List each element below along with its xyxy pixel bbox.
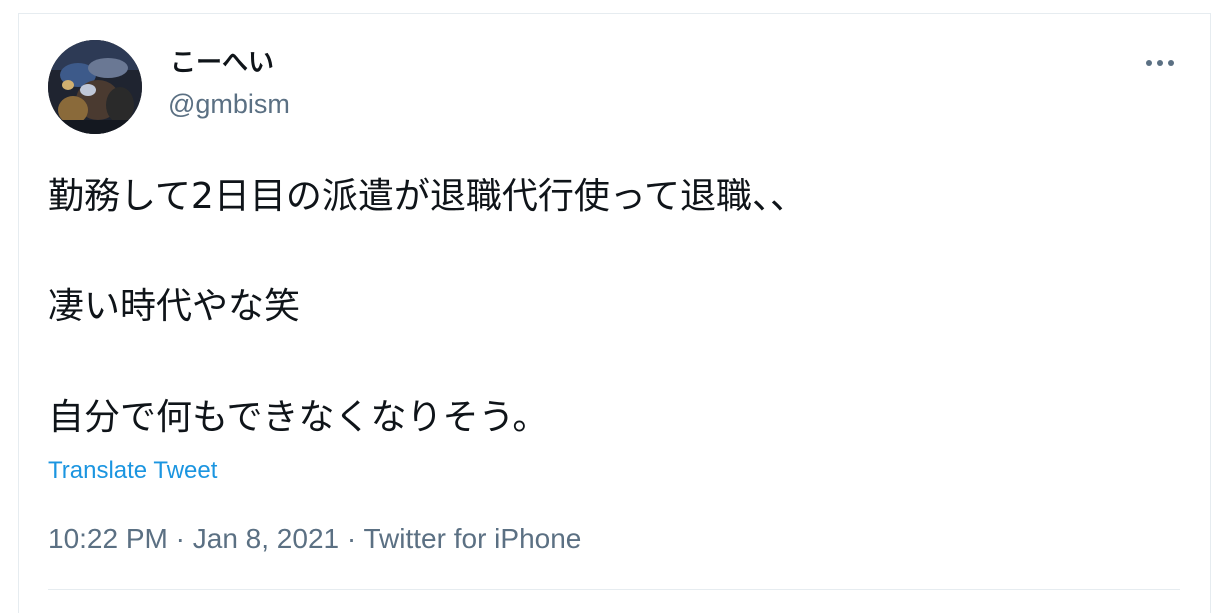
author-handle[interactable]: @gmbism <box>168 88 290 120</box>
author-name[interactable]: こーへい <box>170 47 274 79</box>
tweet-text-line-3: 自分で何もできなくなりそう。 <box>48 397 549 438</box>
tweet-time[interactable]: 10:22 PM <box>48 523 168 554</box>
avatar-image <box>48 40 142 134</box>
tweet-source[interactable]: Twitter for iPhone <box>363 523 581 554</box>
more-options-icon <box>1146 60 1174 66</box>
more-options-button[interactable] <box>1138 48 1182 78</box>
tweet-meta: 10:22 PM · Jan 8, 2021 · Twitter for iPh… <box>48 522 581 556</box>
divider <box>48 589 1180 590</box>
tweet-text-line-2: 凄い時代やな笑 <box>48 286 301 327</box>
translate-tweet-link[interactable]: Translate Tweet <box>48 456 217 486</box>
avatar[interactable] <box>48 40 142 134</box>
meta-separator: · <box>339 523 364 554</box>
meta-separator: · <box>167 523 193 554</box>
tweet-date[interactable]: Jan 8, 2021 <box>193 523 339 554</box>
tweet-text-line-1: 勤務して2日目の派遣が退職代行使って退職、、 <box>48 176 807 217</box>
